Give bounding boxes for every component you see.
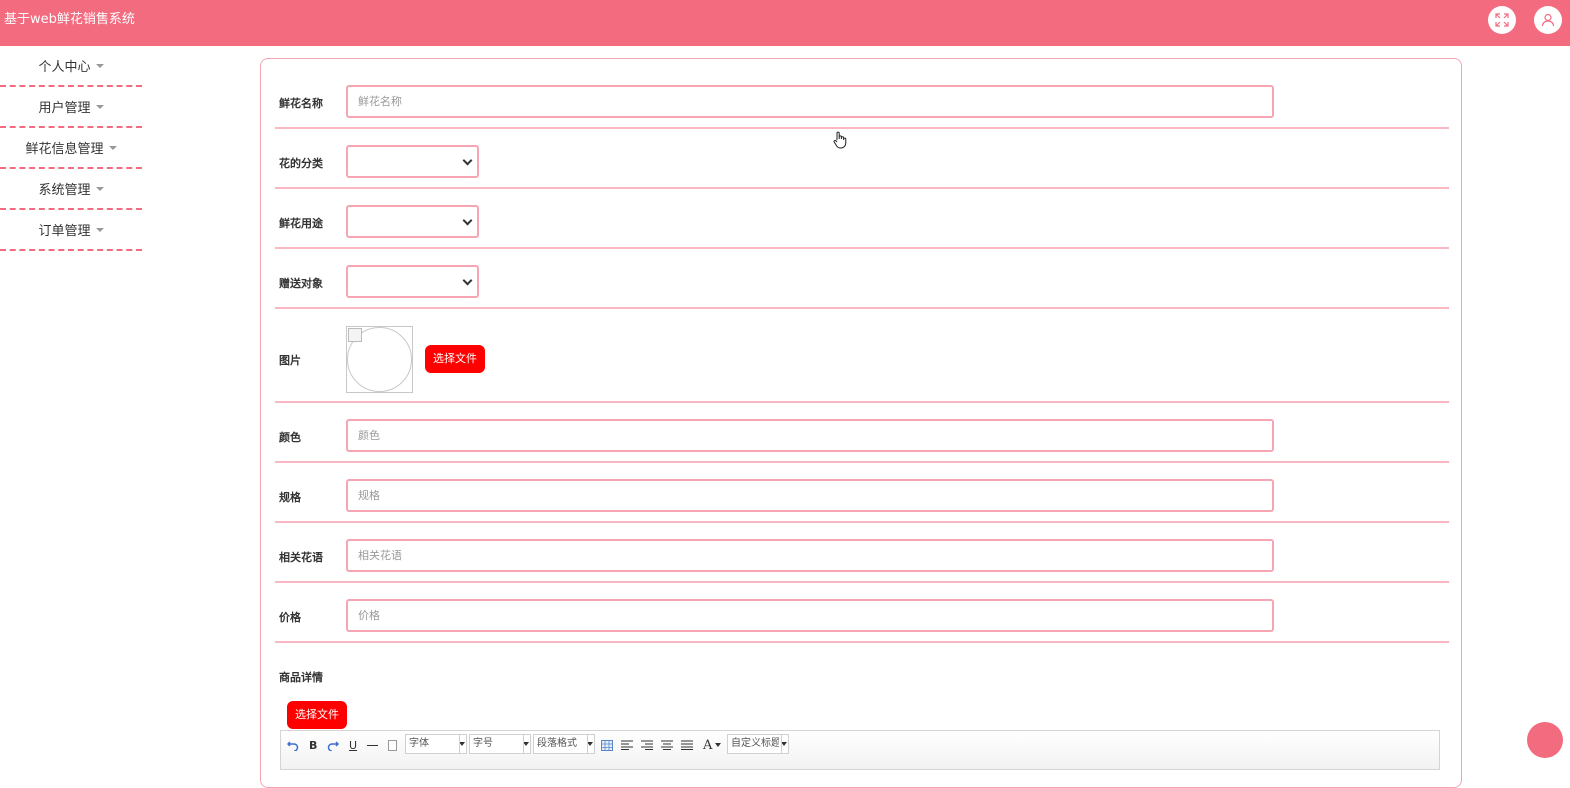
user-button[interactable] [1534,6,1562,34]
chevron-down-icon [523,742,529,746]
table-button[interactable] [601,735,613,755]
chevron-down-icon [587,742,593,746]
details-label: 商品详情 [279,671,323,684]
redo-button[interactable] [327,735,339,755]
chevron-down-icon [781,742,787,746]
chevron-down-icon [462,155,473,166]
align-right-button[interactable] [641,735,653,755]
align-justify-icon [681,740,693,750]
language-input[interactable] [346,539,1274,572]
sidebar-item-personal-center[interactable]: 个人中心 [0,46,142,87]
align-justify-button[interactable] [681,735,693,755]
usage-label: 鲜花用途 [279,217,323,230]
form-row-color: 颜色 [275,403,1449,463]
horizontal-rule-icon [367,744,378,746]
sidebar: 个人中心 用户管理 鲜花信息管理 系统管理 订单管理 [0,46,142,251]
sidebar-item-order-management[interactable]: 订单管理 [0,210,142,251]
back-to-top-button[interactable] [1527,722,1563,758]
undo-button[interactable] [287,735,299,755]
sidebar-item-label: 个人中心 [38,60,91,75]
horizontal-rule-button[interactable] [367,735,378,755]
recipient-label: 赠送对象 [279,277,323,290]
form-row-language: 相关花语 [275,523,1449,583]
clipboard-icon [388,739,397,751]
image-preview [346,326,413,393]
align-center-button[interactable] [661,735,673,755]
details-upload-button[interactable]: 选择文件 [287,701,347,729]
form-row-image: 图片 选择文件 [275,309,1449,403]
fullscreen-icon [1495,13,1509,27]
color-input[interactable] [346,419,1274,452]
form-panel: 鲜花名称 花的分类 鲜花用途 赠送对象 图片 选择文件 颜色 [260,58,1462,788]
align-left-button[interactable] [621,735,633,755]
paragraph-format-select[interactable]: 段落格式 [533,734,595,754]
caret-down-icon [108,145,117,150]
language-label: 相关花语 [279,551,323,564]
form-row-recipient: 赠送对象 [275,249,1449,309]
form-row-usage: 鲜花用途 [275,189,1449,249]
form-row-price: 价格 [275,583,1449,643]
caret-down-icon [95,186,104,191]
spec-label: 规格 [279,491,301,504]
font-family-select[interactable]: 字体 [405,734,467,754]
sidebar-item-system-management[interactable]: 系统管理 [0,169,142,210]
recipient-select[interactable] [346,265,479,298]
caret-down-icon [95,227,104,232]
name-input[interactable] [346,85,1274,118]
name-label: 鲜花名称 [279,97,323,110]
bold-button[interactable]: B [309,735,317,755]
rich-text-editor[interactable]: B U 字体 字号 段落格式 A 自定义标题 [280,730,1440,770]
form-row-spec: 规格 [275,463,1449,523]
sidebar-item-label: 鲜花信息管理 [25,142,104,157]
color-label: 颜色 [279,431,301,444]
image-upload-button[interactable]: 选择文件 [425,345,485,373]
broken-image-icon [348,328,362,342]
undo-icon [287,741,299,751]
usage-select[interactable] [346,205,479,238]
sidebar-item-label: 系统管理 [38,183,91,198]
custom-title-select[interactable]: 自定义标题 [727,734,789,754]
user-icon [1541,13,1555,27]
caret-down-icon [95,104,104,109]
table-icon [601,739,613,751]
chevron-down-icon [459,742,465,746]
chevron-down-icon [462,275,473,286]
caret-down-icon [95,63,104,68]
category-select[interactable] [346,145,479,178]
align-right-icon [641,740,653,750]
sidebar-item-label: 订单管理 [38,224,91,239]
category-label: 花的分类 [279,157,323,170]
image-label: 图片 [279,354,301,367]
form-row-category: 花的分类 [275,129,1449,189]
sidebar-item-user-management[interactable]: 用户管理 [0,87,142,128]
align-left-icon [621,740,633,750]
price-label: 价格 [279,611,301,624]
chevron-down-icon [462,215,473,226]
form-row-name: 鲜花名称 [275,59,1449,129]
redo-icon [327,741,339,751]
hand-cursor-icon [833,131,847,149]
font-size-select[interactable]: 字号 [469,734,531,754]
paste-button[interactable] [388,735,397,755]
font-color-button[interactable]: A [703,735,722,755]
sidebar-item-flower-info[interactable]: 鲜花信息管理 [0,128,142,169]
price-input[interactable] [346,599,1274,632]
top-bar: 基于web鲜花销售系统 [0,0,1570,46]
fullscreen-button[interactable] [1488,6,1516,34]
sidebar-item-label: 用户管理 [38,101,91,116]
spec-input[interactable] [346,479,1274,512]
align-center-icon [661,740,673,750]
chevron-down-icon [715,743,722,747]
underline-button[interactable]: U [349,735,357,755]
app-title: 基于web鲜花销售系统 [4,12,135,27]
